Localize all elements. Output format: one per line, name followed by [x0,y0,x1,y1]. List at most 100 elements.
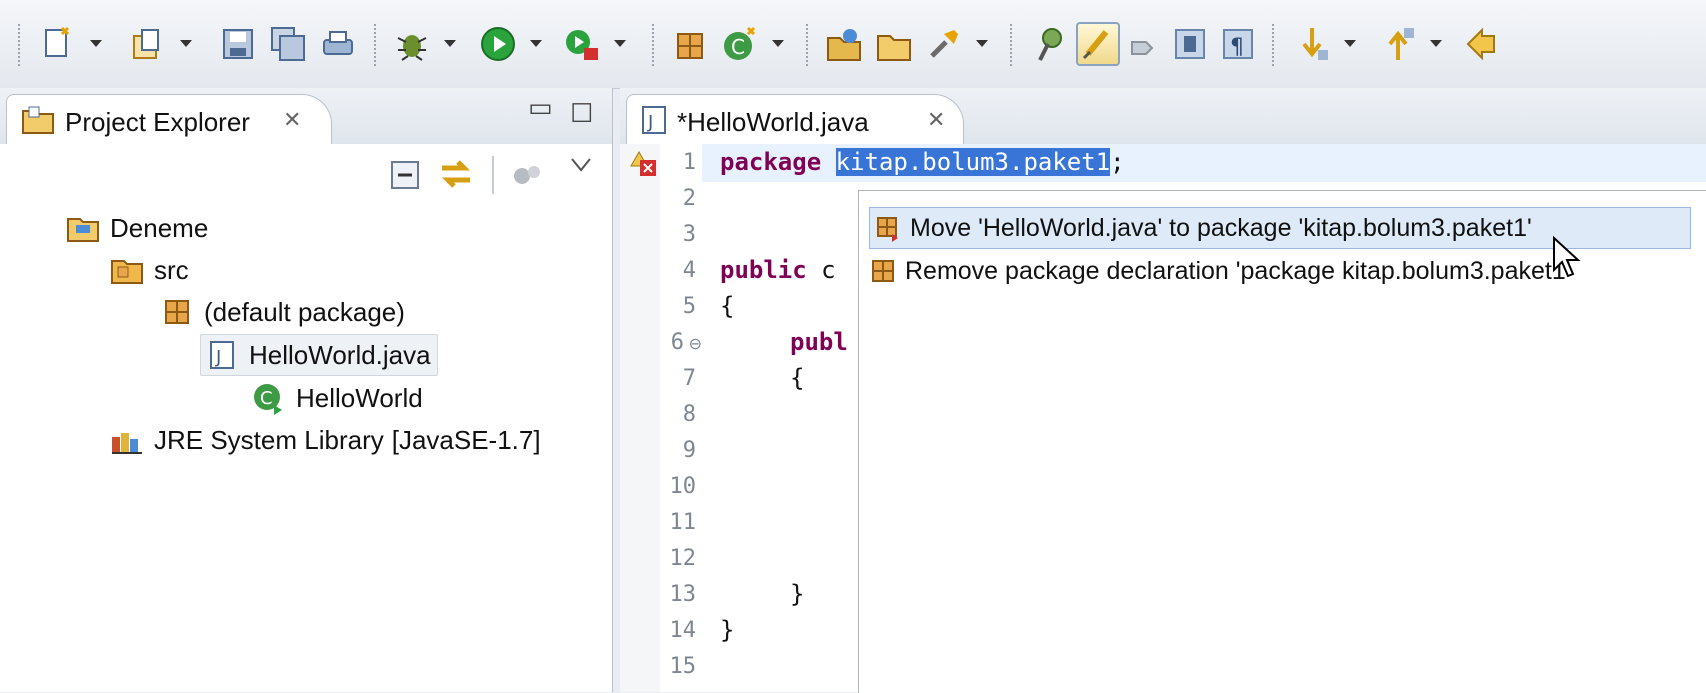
run-dropdown-icon[interactable] [530,40,542,47]
back-icon[interactable] [1464,24,1504,64]
new-dropdown-icon[interactable] [90,40,102,47]
new-wizard-icon[interactable] [38,24,78,64]
java-file-icon: J [642,106,666,134]
new-class-icon[interactable]: C [720,24,760,64]
line-number: 10 [669,474,697,499]
editor-tab-helloworld[interactable]: J *HelloWorld.java ✕ [626,94,964,145]
quick-fix-remove-declaration[interactable]: Remove package declaration 'package kita… [869,251,1571,291]
library-version: [JavaSE-1.7] [391,424,541,455]
code-line-14: } [720,616,735,644]
debug-icon[interactable] [392,24,432,64]
block-selection-icon[interactable] [1124,24,1164,64]
new-project-icon[interactable] [128,24,168,64]
line-number: 5 [682,294,696,319]
line-number: 11 [669,510,697,535]
tree-item-helloworld-class[interactable]: C HelloWorld [252,378,423,418]
svg-text:C: C [260,388,273,409]
line-number: 2 [682,186,696,211]
svg-text:¶: ¶ [1230,35,1244,60]
new-class-dropdown-icon[interactable] [772,40,784,47]
external-tools-icon[interactable] [562,24,602,64]
mark-occurrences-icon[interactable] [1076,22,1120,66]
project-explorer-tab-label: Project Explorer [65,107,250,137]
line-number: 1 [682,150,696,175]
error-quickfix-icon[interactable] [628,148,658,178]
project-explorer-view: Project Explorer ✕ ▭ ☐ Deneme src (defau… [0,88,613,692]
semicolon: ; [1110,148,1125,176]
search-icon[interactable] [924,24,964,64]
line-number: 14 [669,618,697,643]
fold-collapse-icon[interactable]: ⊖ [689,334,702,354]
code-fragment: c [806,256,836,284]
class-icon: C [254,384,282,415]
java-file-icon: J [210,341,234,369]
close-icon[interactable]: ✕ [927,107,945,133]
library-icon [112,433,142,454]
maximize-icon[interactable]: ☐ [570,98,593,129]
previous-annotation-dropdown-icon[interactable] [1430,40,1442,47]
toggle-breadcrumb-icon[interactable] [1030,24,1070,64]
show-whitespace-icon[interactable] [1170,24,1210,64]
link-with-editor-icon[interactable] [436,154,476,194]
toolbar-separator [374,24,376,66]
project-explorer-tab[interactable]: Project Explorer ✕ [6,94,332,145]
tree-item-label: HelloWorld [296,382,423,413]
save-all-icon[interactable] [268,24,308,64]
line-number: 9 [682,438,696,463]
code-line-7: { [790,364,805,392]
print-icon[interactable] [318,24,358,64]
code-line-4: public c [720,256,836,284]
tree-item-src[interactable]: src [110,250,189,290]
svg-text:J: J [215,347,221,368]
toolbar-separator [492,156,494,194]
tree-item-label: (default package) [204,296,405,327]
new-project-dropdown-icon[interactable] [180,40,192,47]
line-number: 15 [669,654,697,679]
search-dropdown-icon[interactable] [976,40,988,47]
close-icon[interactable]: ✕ [283,107,301,133]
tree-item-project[interactable]: Deneme [66,208,208,248]
project-explorer-toolbar [0,144,612,206]
tree-item-label: src [154,254,189,285]
next-annotation-dropdown-icon[interactable] [1344,40,1356,47]
open-type-icon[interactable] [824,24,864,64]
debug-dropdown-icon[interactable] [444,40,456,47]
focus-icon[interactable] [510,158,544,192]
move-file-icon [877,217,898,242]
save-icon[interactable] [218,24,258,64]
minimize-icon[interactable]: ▭ [528,92,553,123]
quick-fix-label: Move 'HelloWorld.java' to package 'kitap… [910,213,1532,242]
line-number-gutter: 1 2 3 4 5 6 ⊖ 7 8 9 10 11 12 13 14 15 [660,144,702,692]
tree-item-label: JRE System Library [154,424,384,455]
external-tools-dropdown-icon[interactable] [614,40,626,47]
code-line-13: } [790,580,805,608]
tree-item-label: Deneme [110,212,209,243]
annotation-ruler [620,144,661,692]
toolbar-separator [1010,24,1012,66]
previous-annotation-icon[interactable] [1378,24,1418,64]
pilcrow-icon[interactable]: ¶ [1218,24,1258,64]
keyword: package [720,148,822,176]
collapse-all-icon[interactable] [388,158,422,192]
view-menu-icon[interactable] [570,156,592,174]
line-number: 8 [682,402,696,427]
next-annotation-icon[interactable] [1292,24,1332,64]
toolbar-separator [806,24,808,66]
run-icon[interactable] [478,24,518,64]
new-package-icon[interactable] [670,24,710,64]
line-number: 6 [670,330,684,355]
editor-tab-label: *HelloWorld.java [677,107,869,137]
open-resource-icon[interactable] [874,24,914,64]
mouse-cursor-icon [1553,236,1581,278]
line-number: 13 [669,582,697,607]
tree-item-helloworld-java[interactable]: J HelloWorld.java [200,334,438,376]
tree-item-jre-library[interactable]: JRE System Library [JavaSE-1.7] [110,420,541,460]
project-explorer-tabbar: Project Explorer ✕ ▭ ☐ [0,88,612,145]
line-number: 7 [682,366,696,391]
line-number: 4 [682,258,696,283]
line-number: 12 [669,546,697,571]
tree-item-default-package[interactable]: (default package) [160,292,405,332]
svg-text:J: J [647,112,653,133]
editor-tabbar: J *HelloWorld.java ✕ [620,88,1706,145]
toolbar-separator [1272,24,1274,66]
